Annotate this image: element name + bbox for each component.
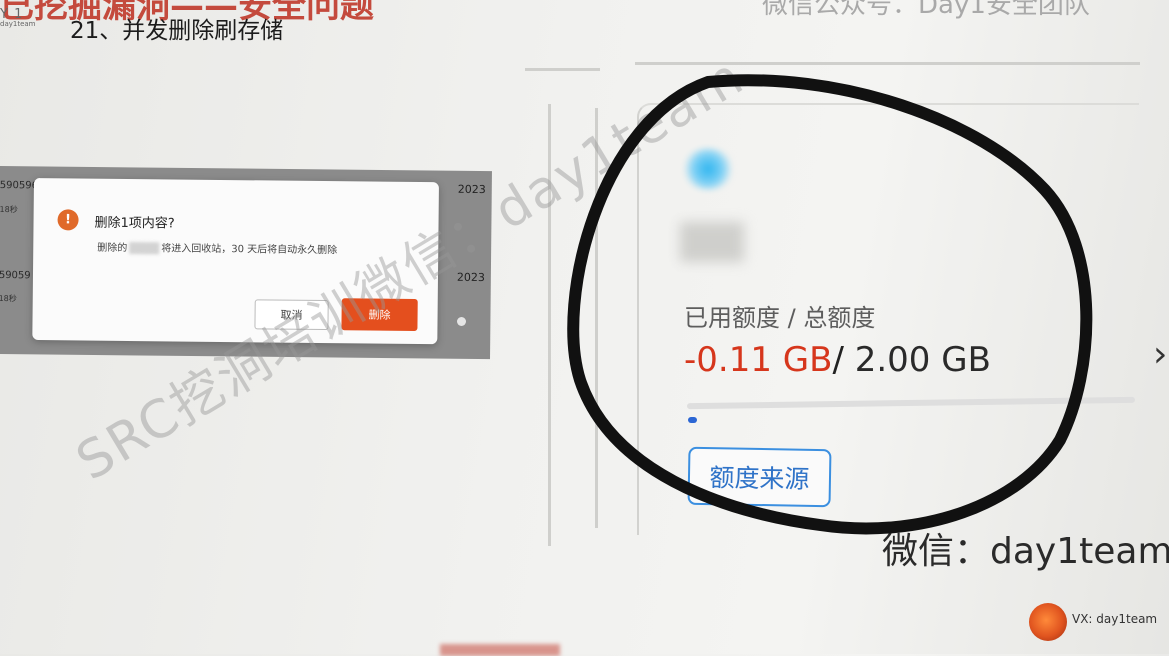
vx-label: VX: day1team — [1072, 612, 1158, 626]
dialog-title: 删除1项内容? — [94, 215, 175, 232]
quota-source-button[interactable]: 额度来源 — [687, 446, 832, 508]
blurred-username — [680, 222, 744, 262]
quota-label: 已用额度 / 总额度 — [684, 304, 876, 332]
blurred-avatar — [683, 148, 733, 190]
quota-total-value: / 2.00 GB — [832, 340, 990, 380]
wechat-account-banner: 微信公众号：Day1安全团队 — [762, 0, 1090, 20]
day1-logo: Y 1 day1team — [0, 8, 36, 28]
file-row-meta: 18秒 — [0, 293, 17, 304]
wechat-caption: 微信：day1team — [882, 531, 1169, 572]
redacted-filename — [129, 242, 160, 255]
warning-icon: ! — [57, 209, 79, 231]
dialog-message-prefix: 删除的 — [97, 242, 128, 254]
vx-avatar — [1029, 603, 1067, 641]
divider — [525, 68, 600, 71]
bottom-red-text-fragment — [440, 644, 560, 656]
dialog-message: 删除的 将进入回收站，30 天后将自动永久删除 — [97, 239, 338, 257]
quota-progress-fill — [688, 417, 697, 423]
logo-bottom-text: day1team — [0, 20, 36, 28]
step-title: 21、并发删除刷存储 — [70, 18, 284, 44]
dialog-message-suffix: 将进入回收站，30 天后将自动永久删除 — [161, 243, 338, 257]
quota-total-text: 2.00 GB — [854, 340, 991, 380]
quota-used-value: -0.11 GB — [684, 340, 833, 380]
chevron-right-icon[interactable]: › — [1153, 334, 1167, 375]
file-row-id: 59059 — [0, 269, 31, 282]
quota-values: -0.11 GB/ 2.00 GB — [684, 340, 991, 380]
quota-separator: / — [832, 340, 844, 380]
scroll-dot — [457, 317, 466, 326]
file-row-meta: 18秒 — [0, 204, 18, 215]
